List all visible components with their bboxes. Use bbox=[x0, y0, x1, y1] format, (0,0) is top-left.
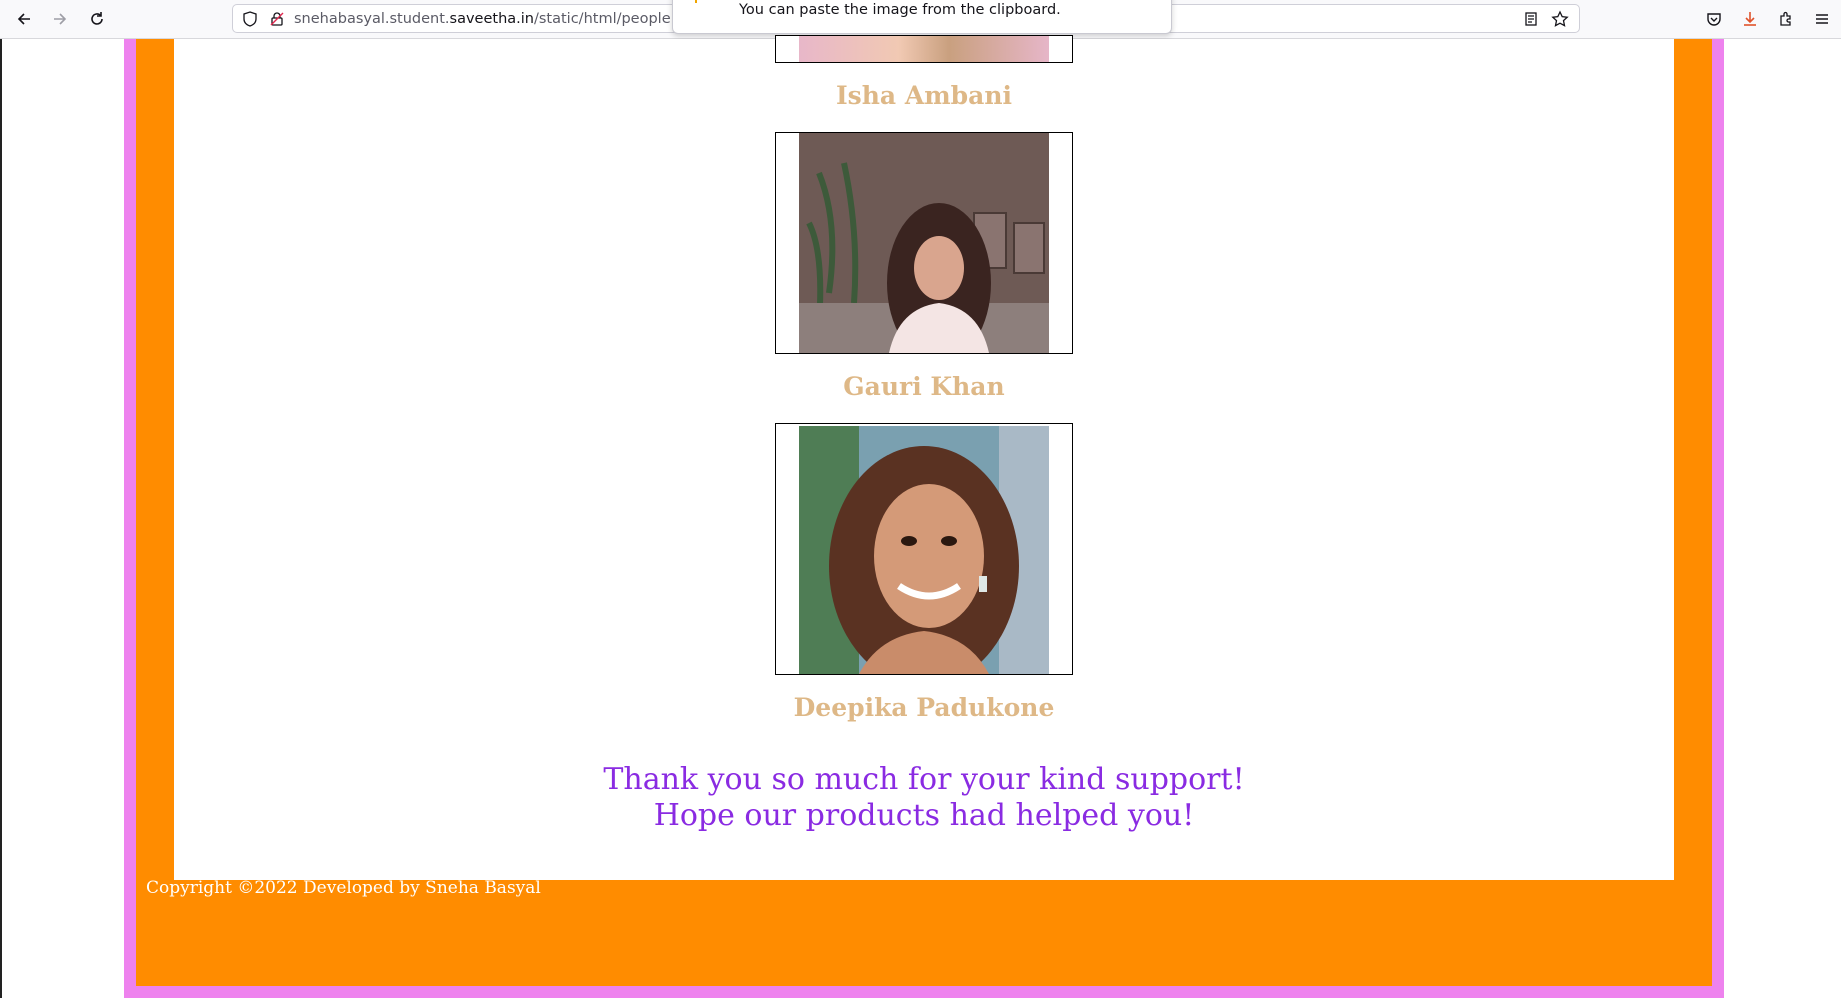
person-photo bbox=[799, 36, 1049, 62]
copyright-text: Copyright ©2022 Developed by Sneha Basya… bbox=[146, 878, 541, 898]
browser-toolbar: snehabasyal.student.saveetha.in/static/h… bbox=[0, 0, 1841, 39]
thanks-line-2: Hope our products had helped you! bbox=[653, 798, 1195, 833]
person-photo bbox=[799, 426, 1049, 674]
back-icon[interactable] bbox=[11, 6, 37, 32]
pocket-icon[interactable] bbox=[1701, 6, 1727, 32]
url-path: /static/html/people.ht bbox=[533, 11, 691, 27]
url-prefix: snehabasyal.student. bbox=[294, 11, 450, 27]
forward-icon[interactable] bbox=[47, 6, 73, 32]
person-photo bbox=[799, 133, 1049, 353]
person-name: Gauri Khan bbox=[843, 372, 1005, 401]
shield-icon[interactable] bbox=[242, 11, 258, 31]
reader-view-icon[interactable] bbox=[1523, 11, 1539, 31]
reload-icon[interactable] bbox=[84, 6, 110, 32]
person-name: Isha Ambani bbox=[835, 81, 1013, 110]
download-icon[interactable] bbox=[1737, 6, 1763, 32]
url-text: snehabasyal.student.saveetha.in/static/h… bbox=[294, 11, 690, 27]
window-edge bbox=[0, 39, 2, 998]
thanks-line-1: Thank you so much for your kind support! bbox=[603, 762, 1245, 797]
person-photo-frame bbox=[775, 423, 1073, 675]
menu-icon[interactable] bbox=[1809, 6, 1835, 32]
paste-notification-text: You can paste the image from the clipboa… bbox=[739, 2, 1061, 18]
paste-notification: You can paste the image from the clipboa… bbox=[672, 0, 1172, 34]
url-domain: saveetha.in bbox=[449, 11, 534, 27]
person-name: Deepika Padukone bbox=[793, 693, 1055, 722]
person-photo-frame bbox=[775, 132, 1073, 354]
extensions-icon[interactable] bbox=[1773, 6, 1799, 32]
lock-icon[interactable] bbox=[269, 11, 285, 31]
bookmark-star-icon[interactable] bbox=[1551, 10, 1569, 32]
person-photo-frame bbox=[775, 35, 1073, 63]
notification-icon bbox=[695, 0, 717, 3]
